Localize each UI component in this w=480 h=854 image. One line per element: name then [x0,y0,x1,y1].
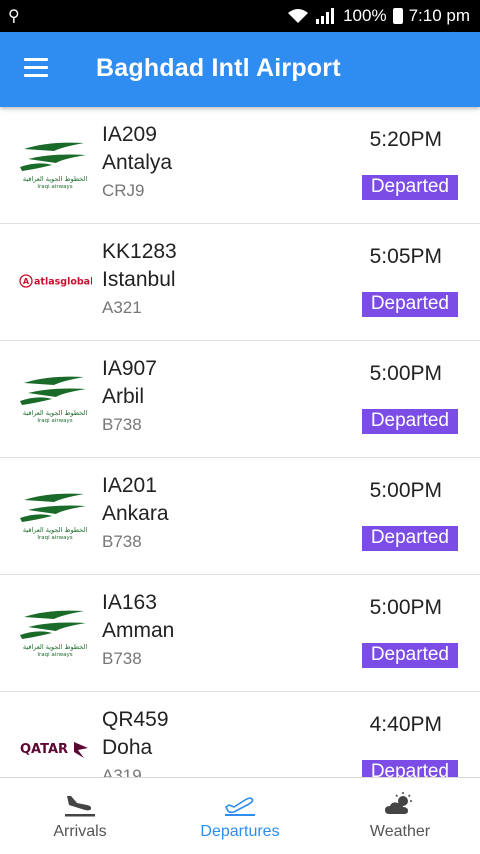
nav-departures[interactable]: Departures [160,778,320,854]
signal-icon [316,8,335,24]
flight-destination: Amman [102,619,175,642]
aircraft-type: A319 [102,766,142,777]
status-bar: ⚲ 100% 7:10 pm [0,0,480,32]
svg-text:QATAR: QATAR [20,742,68,757]
nav-arrivals[interactable]: Arrivals [0,778,160,854]
iraqi-airways-logo: الخطوط الجوية العراقية Iraqi airways [18,488,92,542]
svg-text:Iraqi airways: Iraqi airways [37,535,72,541]
svg-text:atlasglobal: atlasglobal [34,277,92,288]
nav-departures-label: Departures [200,823,280,840]
clock: 7:10 pm [408,6,470,25]
svg-text:A: A [23,277,30,286]
flight-row[interactable]: A atlasglobal KK1283 Istanbul A321 5:05P… [0,224,480,341]
battery-icon [392,8,403,24]
flight-number: IA163 [102,591,157,614]
notification-icon: ⚲ [8,8,20,25]
flight-destination: Istanbul [102,268,176,291]
status-badge: Departed [361,175,458,200]
flight-number: KK1283 [102,240,177,263]
departure-time: 5:00PM [369,479,442,502]
status-badge: Departed [361,526,458,551]
flight-row[interactable]: الخطوط الجوية العراقية Iraqi airways IA2… [0,458,480,575]
nav-arrivals-label: Arrivals [53,823,107,840]
departure-time: 5:05PM [369,245,442,268]
departure-time: 5:00PM [369,596,442,619]
wifi-icon [288,9,309,23]
svg-text:الخطوط الجوية العراقية: الخطوط الجوية العراقية [23,409,88,417]
flight-destination: Arbil [102,385,145,408]
departure-time: 5:00PM [369,362,442,385]
plane-landing-icon [65,796,95,817]
aircraft-type: B738 [102,649,142,668]
aircraft-type: B738 [102,532,142,551]
app-bar: Baghdad Intl Airport [0,32,480,107]
page-title: Baghdad Intl Airport [96,54,341,82]
flight-number: IA201 [102,474,157,497]
atlasglobal-logo: A atlasglobal [18,254,93,308]
flight-row[interactable]: الخطوط الجوية العراقية Iraqi airways IA2… [0,107,480,224]
flight-row[interactable]: الخطوط الجوية العراقية Iraqi airways IA9… [0,341,480,458]
aircraft-type: B738 [102,415,142,434]
status-bar-right: 100% 7:10 pm [287,6,470,26]
iraqi-airways-logo: الخطوط الجوية العراقية Iraqi airways [18,137,92,191]
svg-text:الخطوط الجوية العراقية: الخطوط الجوية العراقية [23,526,88,534]
departure-time: 5:20PM [369,128,442,151]
departure-time: 4:40PM [369,713,442,736]
nav-weather[interactable]: Weather [320,778,480,854]
flight-number: IA209 [102,123,157,146]
iraqi-airways-logo: الخطوط الجوية العراقية Iraqi airways [18,605,92,659]
menu-icon[interactable] [24,58,48,78]
battery-percent: 100% [343,6,387,25]
bottom-navigation: Arrivals Departures Weather [0,777,480,854]
svg-text:Iraqi airways: Iraqi airways [37,184,72,190]
status-badge: Departed [361,409,458,434]
aircraft-type: CRJ9 [102,181,145,200]
flight-row[interactable]: QATAR QR459 Doha A319 4:40PM Departed [0,692,480,777]
flight-destination: Antalya [102,151,173,174]
nav-weather-label: Weather [369,823,431,840]
svg-text:Iraqi airways: Iraqi airways [37,652,72,658]
departures-list[interactable]: الخطوط الجوية العراقية Iraqi airways IA2… [0,107,480,777]
aircraft-type: A321 [102,298,142,317]
svg-text:الخطوط الجوية العراقية: الخطوط الجوية العراقية [23,175,88,183]
status-badge: Departed [361,643,458,668]
flight-number: IA907 [102,357,157,380]
iraqi-airways-logo: الخطوط الجوية العراقية Iraqi airways [18,371,92,425]
plane-takeoff-icon [224,797,255,816]
svg-text:الخطوط الجوية العراقية: الخطوط الجوية العراقية [23,643,88,651]
status-badge: Departed [361,760,458,777]
flight-destination: Ankara [102,502,169,525]
status-badge: Departed [361,292,458,317]
flight-destination: Doha [102,736,153,759]
svg-text:Iraqi airways: Iraqi airways [37,418,72,424]
flight-number: QR459 [102,708,169,731]
qatar-airways-logo: QATAR [18,722,92,776]
flight-row[interactable]: الخطوط الجوية العراقية Iraqi airways IA1… [0,575,480,692]
weather-cloud-sun-icon [385,792,412,814]
